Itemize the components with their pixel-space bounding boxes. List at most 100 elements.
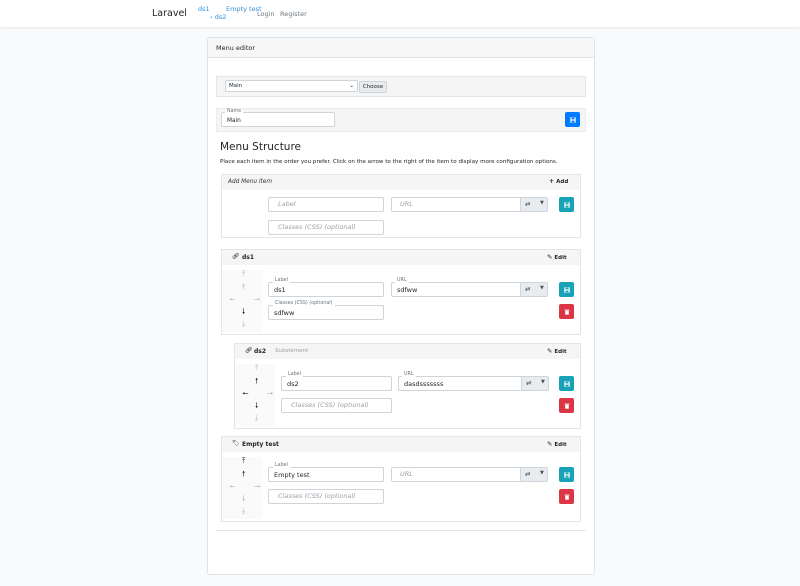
item-link-type-dropdown[interactable]: ⇄ ▼ xyxy=(522,376,549,391)
item-classes-input[interactable]: Classes (CSS) (optional) xyxy=(281,398,392,413)
move-bottom-icon[interactable]: ⤓ xyxy=(242,320,245,328)
menu-select-value: Main xyxy=(229,83,243,89)
add-item-label: Add xyxy=(556,179,569,185)
trash-icon xyxy=(564,403,569,409)
menu-select[interactable]: Main ⌄ xyxy=(225,80,358,92)
item-classes-caption: Classes (CSS) (optional) xyxy=(273,301,335,306)
move-up-icon[interactable]: 🠕︎ xyxy=(242,470,245,478)
nav-link-ds2[interactable]: › ds2 xyxy=(210,13,226,21)
move-bottom-icon[interactable]: ⤓ xyxy=(242,507,245,515)
item-subtitle: Subelement xyxy=(275,348,309,354)
brand-logo[interactable]: Laravel xyxy=(152,8,187,19)
new-item-label-placeholder: Label xyxy=(278,200,296,208)
menu-name-input[interactable]: Main xyxy=(221,112,335,127)
move-left-icon[interactable]: 🠔︎ xyxy=(229,296,236,304)
item-url-input[interactable]: URL xyxy=(391,467,521,482)
caret-down-icon: ▼ xyxy=(540,200,544,206)
item-label-caption: Label xyxy=(273,278,290,283)
move-bottom-icon[interactable]: ⤓ xyxy=(255,414,258,422)
tag-icon: 🏷︎ xyxy=(232,440,240,447)
item-header[interactable]: 🔗︎ ds1 ✎ Edit xyxy=(222,250,580,265)
new-item-url-placeholder: URL xyxy=(400,200,413,208)
item-url-caption: URL xyxy=(395,278,409,283)
save-icon xyxy=(563,380,570,387)
save-menu-button[interactable] xyxy=(565,112,580,127)
new-item-url-input[interactable]: URL xyxy=(391,197,521,212)
add-panel-header: Add Menu item + Add xyxy=(222,175,580,190)
swap-icon: ⇄ xyxy=(525,470,531,478)
edit-item-button[interactable]: ✎ Edit xyxy=(547,253,567,261)
item-header[interactable]: 🏷︎ Empty test ✎ Edit xyxy=(222,437,580,452)
move-right-icon[interactable]: 🠖︎ xyxy=(267,390,274,398)
swap-icon: ⇄ xyxy=(525,200,531,208)
move-down-icon[interactable]: 🠗︎ xyxy=(242,308,245,316)
item-link-type-dropdown[interactable]: ⇄ ▼ xyxy=(521,282,548,297)
move-down-icon[interactable]: 🠗︎ xyxy=(242,495,245,503)
save-item-button[interactable] xyxy=(559,467,574,482)
move-down-icon[interactable]: 🠗︎ xyxy=(255,402,258,410)
item-title: ds1 xyxy=(242,254,255,261)
move-controls: ⤒ 🠕︎ 🠔︎ 🠖︎ 🠗︎ ⤓ xyxy=(222,270,262,332)
save-icon xyxy=(569,116,576,123)
edit-item-button[interactable]: ✎ Edit xyxy=(547,440,567,448)
item-link-type-dropdown[interactable]: ⇄ ▼ xyxy=(521,467,548,482)
item-url-input[interactable]: dasdsssssss xyxy=(398,376,522,391)
structure-help-text: Place each item in the order you prefer.… xyxy=(220,159,558,165)
move-left-icon[interactable]: 🠔︎ xyxy=(242,390,249,398)
trash-icon xyxy=(564,309,569,315)
item-label-input[interactable]: ds1 xyxy=(268,282,384,297)
nav-register-link[interactable]: Register xyxy=(280,10,307,18)
chevron-down-icon: ⌄ xyxy=(349,83,354,89)
item-url-placeholder: URL xyxy=(400,470,413,478)
add-menu-item-panel: Add Menu item + Add Label URL ⇄ ▼ Classe… xyxy=(221,174,581,238)
move-left-icon[interactable]: 🠔︎ xyxy=(229,483,236,491)
edit-label: Edit xyxy=(554,349,567,355)
edit-icon: ✎ xyxy=(547,253,553,261)
nav-login-link[interactable]: Login xyxy=(257,10,275,18)
link-icon: 🔗︎ xyxy=(245,347,253,354)
swap-icon: ⇄ xyxy=(526,379,532,387)
move-top-icon[interactable]: ⤒ xyxy=(242,270,245,278)
name-bar: Main Name xyxy=(216,108,586,132)
save-new-item-button[interactable] xyxy=(559,197,574,212)
move-top-icon[interactable]: ⤒ xyxy=(255,364,258,372)
edit-icon: ✎ xyxy=(547,440,553,448)
name-caption: Name xyxy=(225,109,244,114)
save-icon xyxy=(563,286,570,293)
item-classes-input[interactable]: sdfww xyxy=(268,305,384,320)
new-item-classes-input[interactable]: Classes (CSS) (optional) xyxy=(268,220,384,235)
move-controls: ⤒ 🠕︎ 🠔︎ 🠖︎ 🠗︎ ⤓ xyxy=(235,364,275,426)
new-item-link-type-dropdown[interactable]: ⇄ ▼ xyxy=(521,197,548,212)
move-right-icon[interactable]: 🠖︎ xyxy=(254,296,261,304)
item-label-input[interactable]: Empty test xyxy=(268,467,384,482)
nav-link-ds2-label: ds2 xyxy=(214,13,227,21)
save-item-button[interactable] xyxy=(559,376,574,391)
item-classes-input[interactable]: Classes (CSS) (optional) xyxy=(268,489,384,504)
bottom-divider xyxy=(216,530,586,531)
save-item-button[interactable] xyxy=(559,282,574,297)
item-title: ds2 xyxy=(254,348,267,355)
edit-label: Edit xyxy=(554,442,567,448)
move-top-icon[interactable]: ⤒ xyxy=(242,457,245,465)
nav-link-ds1[interactable]: ds1 xyxy=(198,5,210,13)
move-up-icon[interactable]: 🠕︎ xyxy=(242,283,245,291)
move-up-icon[interactable]: 🠕︎ xyxy=(255,377,258,385)
menu-editor-card: Menu editor Main ⌄ Choose Main Name Menu… xyxy=(207,37,595,575)
item-url-input[interactable]: sdfww xyxy=(391,282,521,297)
save-icon xyxy=(563,201,570,208)
new-item-label-input[interactable]: Label xyxy=(268,197,384,212)
structure-heading: Menu Structure xyxy=(220,141,302,153)
trash-icon xyxy=(564,494,569,500)
edit-item-button[interactable]: ✎ Edit xyxy=(547,347,567,355)
item-url-caption: URL xyxy=(402,372,416,377)
add-item-button[interactable]: + Add xyxy=(549,178,568,185)
delete-item-button[interactable] xyxy=(559,304,574,319)
delete-item-button[interactable] xyxy=(559,489,574,504)
item-header[interactable]: 🔗︎ ds2 Subelement ✎ Edit xyxy=(235,344,580,359)
delete-item-button[interactable] xyxy=(559,398,574,413)
choose-button[interactable]: Choose xyxy=(359,81,387,93)
edit-icon: ✎ xyxy=(547,347,553,355)
move-right-icon[interactable]: 🠖︎ xyxy=(254,483,261,491)
new-item-classes-placeholder: Classes (CSS) (optional) xyxy=(278,223,356,231)
item-label-input[interactable]: ds2 xyxy=(281,376,392,391)
